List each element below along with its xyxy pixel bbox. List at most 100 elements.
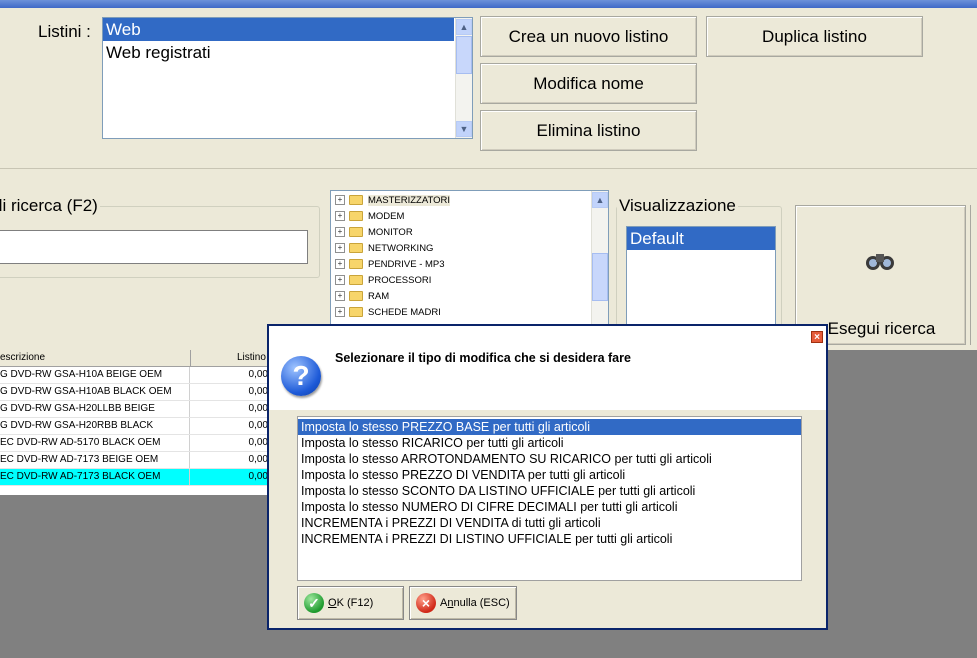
folder-icon <box>349 275 363 286</box>
option-item[interactable]: Imposta lo stesso NUMERO DI CIFRE DECIMA… <box>298 499 801 515</box>
tree-item[interactable]: + MONITOR <box>335 225 413 241</box>
cell-listino: 0,00 <box>248 386 268 397</box>
tree-item[interactable]: + RAM <box>335 289 389 305</box>
table-row[interactable]: G DVD-RW GSA-H10AB BLACK OEM 0,00 <box>0 384 270 401</box>
expand-icon[interactable]: + <box>335 259 345 270</box>
tree-item[interactable]: + SCHEDE MADRI <box>335 305 441 321</box>
tree-item[interactable]: + MODEM <box>335 209 404 225</box>
tree-item[interactable]: + MASTERIZZATORI <box>335 193 450 209</box>
option-item[interactable]: INCREMENTA i PREZZI DI VENDITA di tutti … <box>298 515 801 531</box>
listini-scrollbar[interactable]: ▲ ▼ <box>455 18 472 138</box>
table-row[interactable]: G DVD-RW GSA-H20RBB BLACK 0,00 <box>0 418 270 435</box>
visualizzazione-item-default[interactable]: Default <box>627 227 775 250</box>
question-icon: ? <box>281 356 321 396</box>
duplica-listino-button[interactable]: Duplica listino <box>706 16 923 57</box>
cell-listino: 0,00 <box>248 471 268 482</box>
tree-item-label: MODEM <box>368 211 405 222</box>
tree-item[interactable]: + PENDRIVE - MP3 <box>335 257 445 273</box>
scroll-thumb[interactable] <box>456 36 472 74</box>
tree-item-label: MASTERIZZATORI <box>368 195 450 206</box>
search-input[interactable] <box>0 230 308 264</box>
folder-icon <box>349 211 363 222</box>
separator <box>0 168 977 169</box>
folder-icon <box>349 291 363 302</box>
cell-listino: 0,00 <box>248 437 268 448</box>
option-item[interactable]: Imposta lo stesso SCONTO DA LISTINO UFFI… <box>298 483 801 499</box>
folder-icon <box>349 227 363 238</box>
cell-listino: 0,00 <box>248 403 268 414</box>
cell-listino: 0,00 <box>248 369 268 380</box>
tree-item-label: RAM <box>368 291 390 302</box>
modify-dialog: × ? Selezionare il tipo di modifica che … <box>267 324 828 630</box>
modify-options-list[interactable]: Imposta lo stesso PREZZO BASE per tutti … <box>297 416 802 581</box>
expand-icon[interactable]: + <box>335 195 345 206</box>
table-row[interactable]: EC DVD-RW AD-5170 BLACK OEM 0,00 <box>0 435 270 452</box>
articles-grid[interactable]: escrizione Listino G DVD-RW GSA-H10A BEI… <box>0 350 270 495</box>
expand-icon[interactable]: + <box>335 275 345 286</box>
ok-button[interactable]: ✓ OK (F12) <box>297 586 404 620</box>
expand-icon[interactable]: + <box>335 243 345 254</box>
table-row[interactable]: EC DVD-RW AD-7173 BEIGE OEM 0,00 <box>0 452 270 469</box>
grid-header: escrizione Listino <box>0 350 270 367</box>
option-item[interactable]: Imposta lo stesso RICARICO per tutti gli… <box>298 435 801 451</box>
cell-listino: 0,00 <box>248 454 268 465</box>
cancel-icon: × <box>416 593 436 614</box>
option-item[interactable]: INCREMENTA i PREZZI DI LISTINO UFFICIALE… <box>298 531 801 547</box>
expand-icon[interactable]: + <box>335 211 345 222</box>
table-row[interactable]: G DVD-RW GSA-H10A BEIGE OEM 0,00 <box>0 367 270 384</box>
modifica-nome-button[interactable]: Modifica nome <box>480 63 697 104</box>
tree-item-label: PENDRIVE - MP3 <box>368 259 445 270</box>
option-item[interactable]: Imposta lo stesso PREZZO DI VENDITA per … <box>298 467 801 483</box>
folder-icon <box>349 195 363 206</box>
table-row[interactable]: G DVD-RW GSA-H20LLBB BEIGE 0,00 <box>0 401 270 418</box>
tree-item-label: MONITOR <box>368 227 413 238</box>
expand-icon[interactable]: + <box>335 227 345 238</box>
crea-nuovo-listino-button[interactable]: Crea un nuovo listino <box>480 16 697 57</box>
dialog-message-area <box>269 326 826 410</box>
scroll-down-icon[interactable]: ▼ <box>456 121 472 137</box>
scroll-up-icon[interactable]: ▲ <box>456 19 472 35</box>
folder-icon <box>349 259 363 270</box>
listini-item-web[interactable]: Web <box>103 18 454 41</box>
table-row[interactable]: EC DVD-RW AD-7173 BLACK OEM 0,00 <box>0 469 270 486</box>
annulla-button[interactable]: × Annulla (ESC) <box>409 586 517 620</box>
folder-icon <box>349 307 363 318</box>
tree-scroll-up-icon[interactable]: ▲ <box>592 192 608 208</box>
option-item[interactable]: Imposta lo stesso ARROTONDAMENTO SU RICA… <box>298 451 801 467</box>
cell-descrizione: G DVD-RW GSA-H20LLBB BEIGE <box>0 401 190 417</box>
category-tree[interactable]: + MASTERIZZATORI + MODEM + MONITOR + NETWORKING… <box>330 190 609 330</box>
folder-icon <box>349 243 363 254</box>
close-icon[interactable]: × <box>811 331 823 343</box>
listini-listbox[interactable]: Web Web registrati ▲ ▼ <box>102 17 473 139</box>
listini-label: Listini : <box>38 22 91 41</box>
option-item[interactable]: Imposta lo stesso PREZZO BASE per tutti … <box>298 419 801 435</box>
cell-descrizione: EC DVD-RW AD-7173 BEIGE OEM <box>0 452 190 468</box>
tree-item-label: PROCESSORI <box>368 275 432 286</box>
cell-descrizione: EC DVD-RW AD-7173 BLACK OEM <box>0 469 190 485</box>
tree-item[interactable]: + PROCESSORI <box>335 273 431 289</box>
search-group-label: di ricerca (F2) <box>0 196 98 215</box>
visualizzazione-label: Visualizzazione <box>619 196 736 215</box>
cell-descrizione: G DVD-RW GSA-H10A BEIGE OEM <box>0 367 190 383</box>
grid-header-listino[interactable]: Listino <box>237 352 266 363</box>
listini-item-web-registrati[interactable]: Web registrati <box>103 41 472 64</box>
cell-descrizione: EC DVD-RW AD-5170 BLACK OEM <box>0 435 190 451</box>
window-title-strip <box>0 0 977 8</box>
cell-listino: 0,00 <box>248 420 268 431</box>
ok-hotkey: O <box>328 597 337 609</box>
expand-icon[interactable]: + <box>335 291 345 302</box>
tree-item[interactable]: + NETWORKING <box>335 241 433 257</box>
tree-scroll-thumb[interactable] <box>592 253 608 301</box>
tree-scrollbar[interactable]: ▲ <box>591 191 608 329</box>
grid-header-descrizione[interactable]: escrizione <box>0 352 45 363</box>
cell-descrizione: G DVD-RW GSA-H20RBB BLACK <box>0 418 190 434</box>
binoculars-icon <box>866 254 894 270</box>
visualizzazione-listbox[interactable]: Default <box>626 226 776 330</box>
elimina-listino-button[interactable]: Elimina listino <box>480 110 697 151</box>
checkmark-icon: ✓ <box>304 593 324 614</box>
dialog-message: Selezionare il tipo di modifica che si d… <box>335 351 631 365</box>
tree-item-label: NETWORKING <box>368 243 434 254</box>
right-edge-control <box>970 205 977 345</box>
tree-item-label: SCHEDE MADRI <box>368 307 441 318</box>
expand-icon[interactable]: + <box>335 307 345 318</box>
